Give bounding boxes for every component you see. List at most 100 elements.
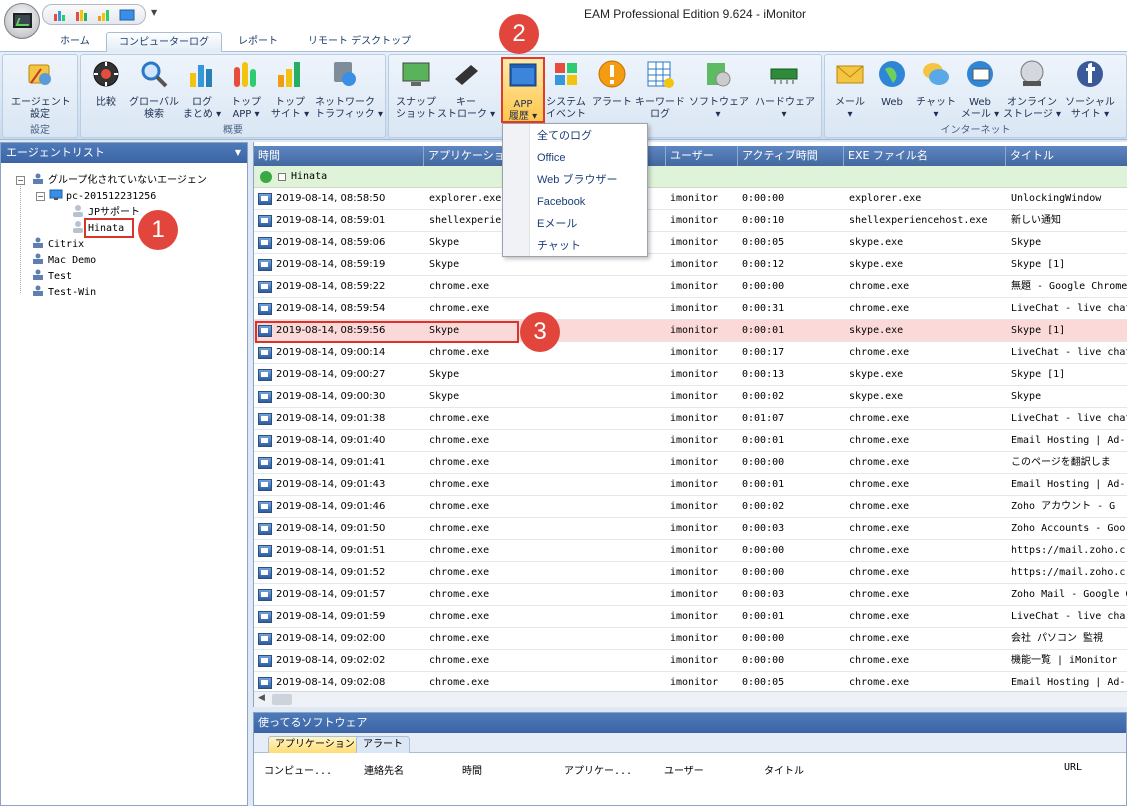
keystroke-button[interactable]: キー ストローク ▾ bbox=[437, 57, 495, 127]
cell-user: imonitor bbox=[670, 589, 719, 600]
menu-item-office[interactable]: Office bbox=[537, 147, 566, 169]
col-header-computer[interactable]: コンピュー... bbox=[264, 762, 332, 777]
tree-node-test[interactable]: Test bbox=[31, 269, 72, 283]
group-row[interactable]: Hinata bbox=[254, 166, 1127, 188]
cell-title: LiveChat - live chat bbox=[1011, 303, 1127, 314]
tab-home[interactable]: ホーム bbox=[48, 32, 102, 52]
tree-node-ungrouped[interactable]: グループ化されていないエージェン bbox=[31, 173, 207, 187]
cell-title: このページを翻訳しま bbox=[1011, 457, 1111, 468]
table-row[interactable]: 2019-08-14, 09:02:00 chrome.exe imonitor 0:… bbox=[254, 628, 1127, 650]
cell-app: chrome.exe bbox=[429, 655, 490, 666]
network-traffic-button[interactable]: ネットワーク トラフィック ▾ bbox=[315, 57, 383, 127]
online-storage-button[interactable]: オンライン ストレージ ▾ bbox=[1003, 57, 1061, 127]
table-row[interactable]: 2019-08-14, 09:01:51 chrome.exe imonitor 0:… bbox=[254, 540, 1127, 562]
app-window: { "window":{"title":"EAM Professional Ed… bbox=[0, 0, 1127, 806]
table-row[interactable]: 2019-08-14, 09:01:38 chrome.exe imonitor 0:… bbox=[254, 408, 1127, 430]
collapse-toggle[interactable]: − bbox=[36, 192, 45, 201]
tab-alert[interactable]: アラート bbox=[356, 736, 410, 753]
table-row[interactable]: 2019-08-14, 09:01:52 chrome.exe imonitor 0:… bbox=[254, 562, 1127, 584]
cell-time: 2019-08-14, 09:01:46 bbox=[276, 501, 386, 512]
table-row[interactable]: 2019-08-14, 08:59:22 chrome.exe imonitor 0:… bbox=[254, 276, 1127, 298]
tree-node-citrix[interactable]: Citrix bbox=[31, 237, 84, 251]
ribbon-tab-bar: ホーム コンピューターログ レポート リモート デスクトップ bbox=[0, 30, 1127, 53]
col-header-contact[interactable]: 連絡先名 bbox=[364, 762, 404, 777]
tree-node-pc[interactable]: pc-201512231256 bbox=[49, 189, 156, 203]
table-row[interactable]: 2019-08-14, 09:00:14 chrome.exe imonitor 0:… bbox=[254, 342, 1127, 364]
agent-settings-button[interactable]: エージェント 設定 bbox=[11, 57, 71, 127]
chevron-left-icon[interactable]: ◀ bbox=[258, 693, 265, 703]
tab-computer-log[interactable]: コンピューターログ bbox=[106, 32, 222, 53]
tree-node-test-win[interactable]: Test-Win bbox=[31, 285, 96, 299]
group-checkbox[interactable] bbox=[278, 173, 286, 181]
table-row[interactable]: 2019-08-14, 09:01:46 chrome.exe imonitor 0:… bbox=[254, 496, 1127, 518]
cell-time: 2019-08-14, 09:01:52 bbox=[276, 567, 386, 578]
horizontal-scrollbar[interactable]: ◀ bbox=[254, 691, 1127, 707]
cell-time: 2019-08-14, 08:59:22 bbox=[276, 281, 386, 292]
table-row[interactable]: 2019-08-14, 09:01:59 chrome.exe imonitor 0:… bbox=[254, 606, 1127, 628]
menu-item-chat[interactable]: チャット bbox=[537, 235, 581, 257]
cell-app: Skype bbox=[429, 369, 460, 380]
cell-user: imonitor bbox=[670, 347, 719, 358]
col-header-title[interactable]: タイトル bbox=[764, 762, 804, 777]
app-menu-button[interactable] bbox=[4, 3, 40, 39]
keyboard-icon bbox=[455, 65, 478, 85]
col-header-user[interactable]: ユーザー bbox=[666, 146, 738, 166]
menu-item-email[interactable]: Eメール bbox=[537, 213, 577, 235]
app-history-grid: 時間 アプリケーション ユーザー アクティブ時間 EXE ファイル名 タイトル … bbox=[253, 142, 1127, 707]
cell-user: imonitor bbox=[670, 655, 719, 666]
cell-app: chrome.exe bbox=[429, 413, 490, 424]
col-header-application[interactable]: アプリケー... bbox=[564, 762, 632, 777]
table-row[interactable]: 2019-08-14, 09:02:02 chrome.exe imonitor 0:… bbox=[254, 650, 1127, 672]
col-header-url[interactable]: URL bbox=[1064, 762, 1082, 773]
social-site-button[interactable]: ソーシャル サイト ▾ bbox=[1061, 57, 1119, 127]
cell-title: 新しい通知 bbox=[1011, 215, 1061, 226]
top-app-icon bbox=[234, 62, 256, 87]
tree-node-jp-support[interactable]: JPサポート bbox=[71, 205, 140, 219]
collapse-toggle[interactable]: − bbox=[16, 176, 25, 185]
tab-report[interactable]: レポート bbox=[226, 32, 290, 52]
table-row[interactable]: 2019-08-14, 09:01:50 chrome.exe imonitor 0:… bbox=[254, 518, 1127, 540]
tree-node-mac-demo[interactable]: Mac Demo bbox=[31, 253, 96, 267]
cell-active: 0:01:07 bbox=[742, 413, 785, 424]
cell-exe: skype.exe bbox=[849, 237, 904, 248]
table-row[interactable]: 2019-08-14, 08:58:50 explorer.exe imonitor… bbox=[254, 188, 1127, 210]
cell-exe: chrome.exe bbox=[849, 611, 910, 622]
table-row[interactable]: 2019-08-14, 09:00:27 Skype imonitor 0:00:13… bbox=[254, 364, 1127, 386]
table-row[interactable]: 2019-08-14, 08:59:19 Skype imonitor 0:00:12… bbox=[254, 254, 1127, 276]
tab-application[interactable]: アプリケーション bbox=[268, 736, 362, 753]
webmail-button[interactable]: Web メール ▾ bbox=[951, 57, 1009, 127]
menu-item-web-browser[interactable]: Web ブラウザー bbox=[537, 169, 617, 191]
table-row[interactable]: 2019-08-14, 09:01:57 chrome.exe imonitor 0:… bbox=[254, 584, 1127, 606]
hardware-button[interactable]: ハードウェア ▾ bbox=[755, 57, 815, 127]
col-header-active-time[interactable]: アクティブ時間 bbox=[738, 146, 844, 166]
highlight-hinata bbox=[84, 218, 134, 238]
monitor-icon bbox=[13, 13, 32, 28]
cell-app: chrome.exe bbox=[429, 479, 490, 490]
table-row[interactable]: 2019-08-14, 09:01:41 chrome.exe imonitor 0:… bbox=[254, 452, 1127, 474]
col-header-title[interactable]: タイトル bbox=[1006, 146, 1127, 166]
top-site-button[interactable]: トップ サイト ▾ bbox=[261, 57, 319, 127]
menu-item-all-logs[interactable]: 全てのログ bbox=[537, 125, 592, 147]
table-row[interactable]: 2019-08-14, 08:59:06 Skype imonitor 0:00:05… bbox=[254, 232, 1127, 254]
col-header-time[interactable]: 時間 bbox=[462, 762, 482, 777]
table-row[interactable]: 2019-08-14, 08:59:54 chrome.exe imonitor 0:… bbox=[254, 298, 1127, 320]
chevron-down-icon[interactable]: ▼ bbox=[235, 143, 241, 163]
keyword-log-button[interactable]: キーワード ログ bbox=[631, 57, 689, 127]
col-header-exe[interactable]: EXE ファイル名 bbox=[844, 146, 1006, 166]
scrollbar-thumb[interactable] bbox=[272, 694, 292, 705]
table-row[interactable]: 2019-08-14, 09:01:43 chrome.exe imonitor 0:… bbox=[254, 474, 1127, 496]
col-header-time[interactable]: 時間 bbox=[254, 146, 424, 166]
table-row[interactable]: 2019-08-14, 09:01:40 chrome.exe imonitor 0:… bbox=[254, 430, 1127, 452]
table-row[interactable]: 2019-08-14, 09:00:30 Skype imonitor 0:00:02… bbox=[254, 386, 1127, 408]
tab-remote-desktop[interactable]: リモート デスクトップ bbox=[296, 32, 423, 52]
col-header-user[interactable]: ユーザー bbox=[664, 762, 704, 777]
cell-active: 0:00:02 bbox=[742, 391, 785, 402]
software-button[interactable]: ソフトウェア ▾ bbox=[689, 57, 749, 127]
table-row[interactable]: 2019-08-14, 08:59:01 shellexperiencehost.… bbox=[254, 210, 1127, 232]
cell-exe: chrome.exe bbox=[849, 457, 910, 468]
menu-item-facebook[interactable]: Facebook bbox=[537, 191, 585, 213]
cell-title: LiveChat - live cha bbox=[1011, 611, 1126, 622]
cell-exe: chrome.exe bbox=[849, 303, 910, 314]
app-window-icon bbox=[258, 523, 272, 535]
group-icon bbox=[33, 237, 43, 248]
